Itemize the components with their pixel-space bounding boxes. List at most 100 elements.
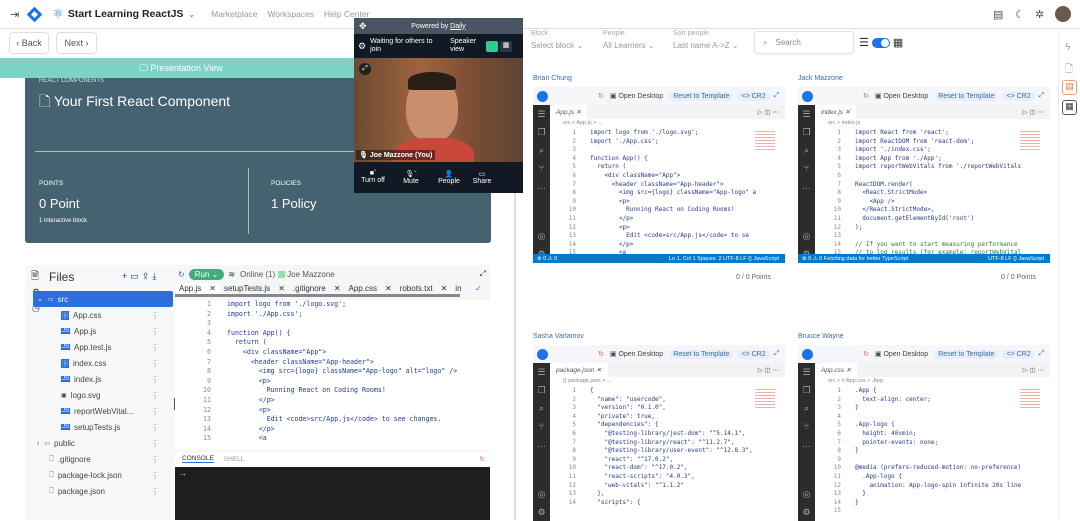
settings-icon[interactable]: ⚙ <box>358 41 366 52</box>
more-icon[interactable]: ⋮ <box>151 391 159 400</box>
close-icon[interactable]: ✕ <box>334 284 341 293</box>
sync-icon[interactable]: ↻ <box>863 92 869 100</box>
more-icon[interactable]: … <box>533 435 550 485</box>
expand-icon[interactable]: ⤢ <box>774 92 780 100</box>
more-icon[interactable]: ⋮ <box>151 359 159 368</box>
source-control-icon[interactable]: ⑂ <box>533 417 550 435</box>
grid-view-button[interactable]: ▦ <box>500 40 513 52</box>
menu-icon[interactable]: ☰ <box>798 105 815 123</box>
settings-icon[interactable] <box>537 348 548 360</box>
file-tab[interactable]: index.js ✕ <box>815 105 857 119</box>
settings-icon[interactable] <box>537 90 548 102</box>
files-icon[interactable]: ❐ <box>798 381 815 399</box>
expand-icon[interactable]: ⤢ <box>1039 92 1045 100</box>
account-icon[interactable]: ◎ <box>533 485 550 503</box>
editor-tab[interactable]: App.js ✕ <box>175 283 220 294</box>
file-icon[interactable]: 🗋 <box>1065 62 1073 79</box>
code-area[interactable]: 1 import logo from './logo.svg'; 2 import '… <box>175 300 490 450</box>
back-button[interactable]: ‹ Back <box>9 32 49 54</box>
more-icon[interactable]: ⋮ <box>151 423 159 432</box>
account-icon[interactable]: ◎ <box>533 227 550 245</box>
close-icon[interactable]: ✕ <box>385 284 392 293</box>
more-icon[interactable]: … <box>798 177 815 227</box>
expand-icon[interactable]: ⤢ <box>774 350 780 358</box>
nav-workspaces[interactable]: Workspaces <box>267 9 314 19</box>
open-desktop-button[interactable]: ▣ Open Desktop <box>875 350 928 358</box>
more-icon[interactable]: ⋮ <box>151 327 159 336</box>
vscode-view[interactable]: ☰ ❐ ⌕ ⑂… ◎ ⚙ App.css ✕ ▷ ◫ ⋯ src > # App.css > .… <box>798 363 1050 521</box>
logo-icon[interactable] <box>26 6 43 22</box>
file-item[interactable]: 🗋 package.json ⋮ <box>33 483 173 499</box>
vscode-view[interactable]: ☰❐⌕⑂…◎⚙App.js ✕ ▷ ◫ ⋯ src > App.js > ... 1 i… <box>533 105 785 263</box>
file-tab[interactable]: App.js ✕ <box>550 105 588 119</box>
grid-view-icon[interactable]: ▦ <box>893 36 903 49</box>
file-item[interactable]: 🗋 .gitignore ⋮ <box>33 451 173 467</box>
close-icon[interactable]: ✕ <box>441 284 448 293</box>
download-icon[interactable]: ⤓ <box>152 271 159 281</box>
more-icon[interactable]: ⋮ <box>151 455 159 464</box>
run-icon[interactable]: ▷ ◫ ⋯ <box>758 108 779 116</box>
file-item[interactable]: ⌄ ▭ src ⋮ <box>33 291 173 307</box>
gear-icon[interactable]: ⚙ <box>798 503 815 521</box>
run-icon[interactable]: ▷ ◫ ⋯ <box>1023 108 1044 116</box>
expand-icon[interactable]: ⤢ <box>480 269 486 279</box>
presentation-icon[interactable]: ▤ <box>1062 80 1077 95</box>
more-icon[interactable]: ⋮ <box>151 487 159 496</box>
file-item[interactable]: JS index.js ⋮ <box>33 371 173 387</box>
refresh-icon[interactable]: ↻ <box>178 270 185 279</box>
fullscreen-icon[interactable]: ⤢ <box>359 63 371 75</box>
avatar[interactable] <box>1055 6 1071 22</box>
run-button[interactable]: Run ⌄ <box>188 268 225 280</box>
drag-handle-icon[interactable]: ✥ <box>359 21 367 32</box>
file-item[interactable]: 🗋 package-lock.json ⋮ <box>33 467 173 483</box>
close-icon[interactable]: ✕ <box>278 284 285 293</box>
menu-icon[interactable]: ☰ <box>798 363 815 381</box>
list-view-icon[interactable]: ☰ <box>859 36 869 49</box>
more-icon[interactable]: ⋮ <box>151 471 159 480</box>
run-icon[interactable]: ▷ ◫ ⋯ <box>1023 366 1044 374</box>
reset-template-button[interactable]: Reset to Template <box>669 349 734 359</box>
open-desktop-button[interactable]: ▣ Open Desktop <box>610 350 663 358</box>
settings-icon[interactable] <box>802 90 813 102</box>
file-item[interactable]: ▣ logo.svg ⋮ <box>33 387 173 403</box>
source-control-icon[interactable]: ⑂ <box>533 159 550 177</box>
files-icon[interactable]: ❐ <box>533 123 550 141</box>
open-desktop-button[interactable]: ▣ Open Desktop <box>875 92 928 100</box>
camera-toggle-button[interactable]: ■ˇ Turn off <box>354 170 392 184</box>
collapse-sidebar-icon[interactable]: ⇥ <box>10 8 19 21</box>
speaker-view-button[interactable] <box>486 40 499 52</box>
open-desktop-button[interactable]: ▣ Open Desktop <box>610 92 663 100</box>
account-icon[interactable]: ◎ <box>798 485 815 503</box>
console-output[interactable]: → <box>175 467 490 520</box>
cr2-button[interactable]: <> CR2 <box>1002 91 1035 101</box>
more-icon[interactable]: … <box>798 435 815 485</box>
account-icon[interactable]: ◎ <box>798 227 815 245</box>
mute-button[interactable]: 🎙ˇ Mute <box>392 170 430 185</box>
sync-icon[interactable]: ↻ <box>598 92 604 100</box>
reset-template-button[interactable]: Reset to Template <box>934 91 999 101</box>
next-button[interactable]: Next › <box>56 32 97 54</box>
file-tab[interactable]: App.css ✕ <box>815 363 858 377</box>
grid-icon[interactable]: ▦ <box>1062 100 1077 115</box>
restart-icon[interactable]: ↻ <box>480 455 485 463</box>
editor-tab[interactable]: .gitignore ✕ <box>289 283 345 294</box>
view-toggle[interactable] <box>871 37 890 48</box>
files-icon[interactable]: ❐ <box>533 381 550 399</box>
new-folder-icon[interactable]: ▭ <box>130 271 142 281</box>
nav-marketplace[interactable]: Marketplace <box>211 9 257 19</box>
more-icon[interactable]: ⋮ <box>151 343 159 352</box>
people-filter[interactable]: People All Learners ⌄ <box>603 30 655 50</box>
more-icon[interactable]: ⋮ <box>151 375 159 384</box>
block-filter[interactable]: Block Select block ⌄ <box>531 30 583 50</box>
more-icon[interactable]: ⋮ <box>151 311 159 320</box>
share-button[interactable]: ▭ Share <box>468 170 496 185</box>
more-icon[interactable]: ⋮ <box>151 407 159 416</box>
sync-icon[interactable]: ↻ <box>598 350 604 358</box>
search-icon[interactable]: ⌕ <box>533 399 550 417</box>
cr2-button[interactable]: <> CR2 <box>737 91 770 101</box>
chevron-down-icon[interactable]: ⌄ <box>188 10 195 19</box>
sync-icon[interactable]: ↻ <box>863 350 869 358</box>
more-icon[interactable]: … <box>533 177 550 227</box>
reset-template-button[interactable]: Reset to Template <box>934 349 999 359</box>
chevron-icon[interactable]: ⌄ <box>37 295 43 303</box>
